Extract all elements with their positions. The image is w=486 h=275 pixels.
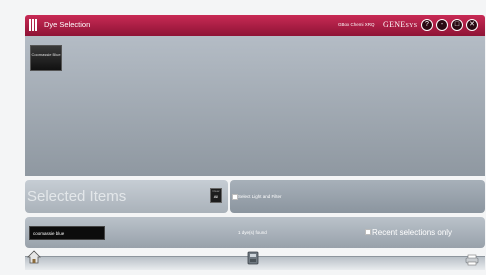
selected-items-panel: Selected Items Clear All (25, 180, 228, 213)
recent-selections-checkbox[interactable] (365, 229, 371, 235)
instrument-name: GBox Chemi XRQ (338, 22, 375, 27)
home-icon[interactable] (27, 250, 41, 264)
bottom-bar (25, 250, 485, 270)
selected-items-title: Selected Items (27, 188, 127, 205)
light-filter-panel: Select Light and Filter (230, 180, 485, 213)
dye-grid-panel: Coomassie Blue (25, 36, 485, 176)
brand-logo: GENESYS (383, 20, 418, 29)
close-button[interactable]: ✕ (466, 19, 478, 31)
dye-tile[interactable]: Coomassie Blue (30, 45, 62, 71)
minimize-button[interactable]: - (436, 19, 448, 31)
search-panel: 1 dye(s) found Recent selections only (25, 217, 485, 248)
found-count: 1 dye(s) found (238, 230, 267, 235)
clear-all-label-bottom: All (213, 194, 219, 199)
search-input[interactable] (29, 226, 105, 240)
machine-icon[interactable] (247, 251, 259, 265)
printer-icon[interactable] (465, 254, 479, 266)
window-title: Dye Selection (44, 20, 91, 29)
app-logo-icon (29, 19, 39, 31)
light-filter-label: Select Light and Filter (238, 194, 282, 199)
help-button[interactable]: ? (421, 19, 433, 31)
title-bar: Dye Selection GBox Chemi XRQ GENESYS ? -… (25, 15, 485, 36)
maximize-button[interactable]: □ (451, 19, 463, 31)
clear-all-button[interactable]: Clear All (210, 188, 222, 203)
recent-selections-label: Recent selections only (372, 228, 453, 237)
